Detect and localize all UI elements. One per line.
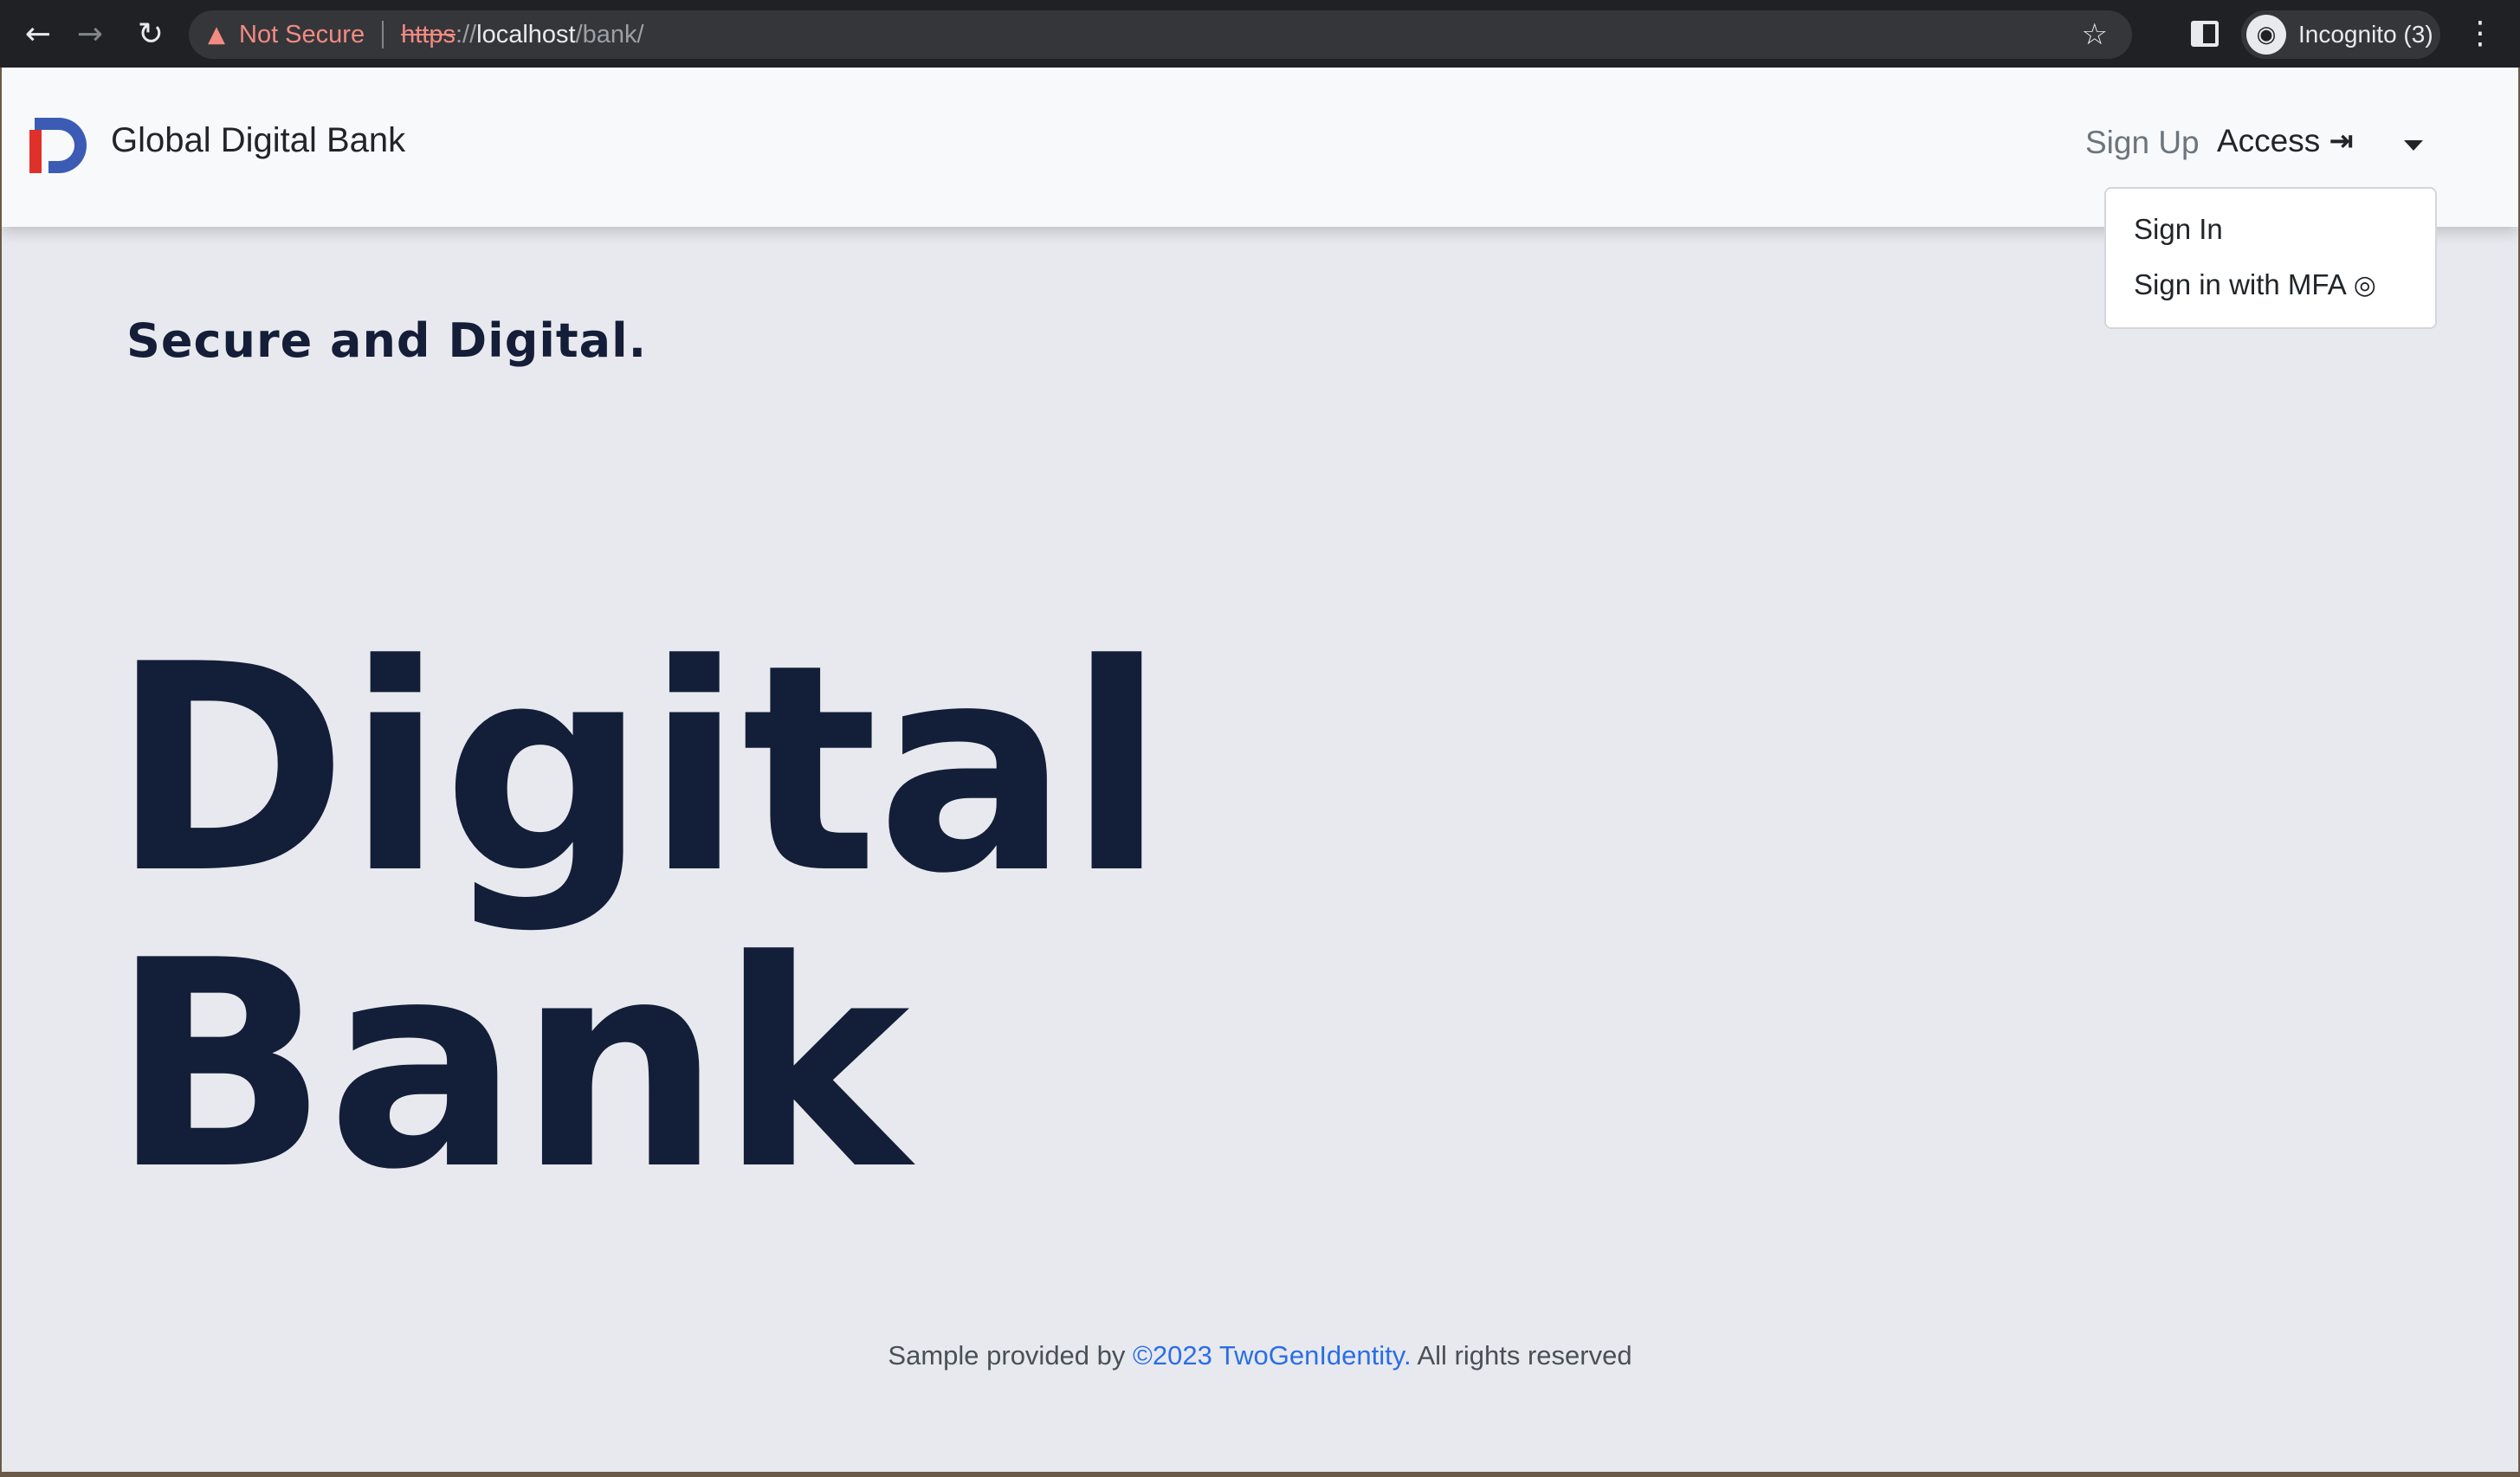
brand-name[interactable]: Global Digital Bank: [111, 121, 405, 160]
back-arrow-icon[interactable]: ←: [16, 11, 61, 56]
address-bar[interactable]: ▲ Not Secure https :// localhost /bank/ …: [189, 10, 2132, 59]
dropdown-item-sign-in-mfa[interactable]: Sign in with MFA ◎: [2134, 268, 2376, 301]
dropdown-item-label: Sign in with MFA: [2134, 268, 2347, 300]
dropdown-item-sign-in[interactable]: Sign In: [2134, 213, 2223, 246]
access-link[interactable]: Access ⇥: [2217, 123, 2354, 159]
browser-toolbar: ← → ↻ ▲ Not Secure https :// localhost /…: [0, 0, 2520, 68]
profile-label: Incognito (3): [2298, 21, 2433, 48]
page-footer: Sample provided by ©2023 TwoGenIdentity.…: [2, 1340, 2518, 1371]
incognito-profile-button[interactable]: ◉ Incognito (3): [2241, 10, 2440, 59]
reload-icon[interactable]: ↻: [128, 11, 173, 56]
sign-in-icon: ⇥: [2329, 124, 2354, 158]
incognito-icon: ◉: [2246, 15, 2286, 55]
address-divider: [382, 21, 384, 48]
hero-title-line-1: Digital: [111, 603, 1166, 936]
page-viewport: Global Digital Bank Sign Up Access ⇥ Sig…: [2, 68, 2518, 1472]
fingerprint-icon: ◎: [2353, 269, 2376, 300]
hero-title-line-2: Bank: [111, 900, 910, 1232]
warning-icon: ▲: [208, 22, 225, 48]
url-host: localhost: [476, 20, 576, 48]
star-icon[interactable]: ☆: [2082, 17, 2108, 52]
sidebar-icon[interactable]: [2191, 21, 2219, 47]
caret-down-icon[interactable]: [2404, 140, 2423, 151]
access-dropdown-menu: Sign In Sign in with MFA ◎: [2104, 187, 2437, 329]
sign-up-link[interactable]: Sign Up: [2085, 125, 2200, 161]
kebab-menu-icon[interactable]: ⋮: [2465, 16, 2496, 51]
access-label: Access: [2217, 123, 2321, 158]
footer-copyright-link[interactable]: ©2023 TwoGenIdentity.: [1133, 1340, 1412, 1371]
brand-logo[interactable]: [29, 118, 90, 173]
security-label[interactable]: Not Secure: [239, 21, 365, 49]
url-scheme: https: [401, 20, 456, 48]
footer-suffix: All rights reserved: [1411, 1340, 1632, 1371]
url-scheme-separator: ://: [455, 20, 477, 48]
hero-tagline: Secure and Digital.: [126, 313, 648, 368]
hero-title: Digital Bank: [111, 603, 1166, 1232]
forward-arrow-icon[interactable]: →: [68, 11, 113, 56]
url-path: /bank/: [575, 20, 644, 48]
dropdown-item-label: Sign In: [2134, 213, 2223, 245]
footer-prefix: Sample provided by: [888, 1340, 1134, 1371]
